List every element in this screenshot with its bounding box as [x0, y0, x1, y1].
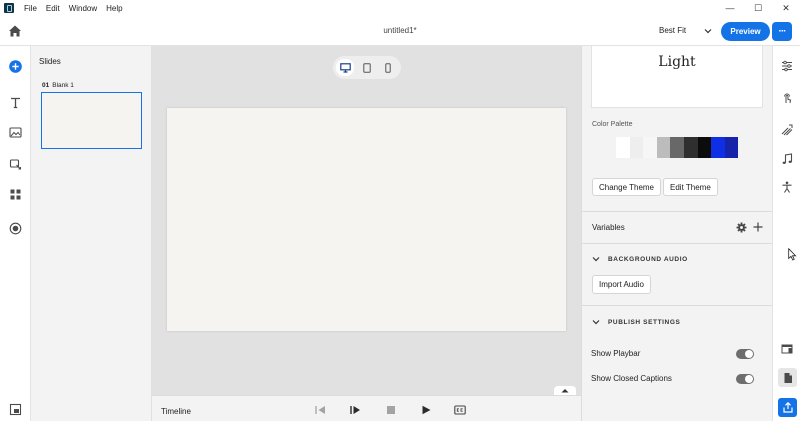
properties-panel: Light Color Palette Change Theme Edit Th…: [581, 46, 773, 421]
slide-name: Blank 1: [52, 82, 74, 89]
menu-window[interactable]: Window: [69, 4, 97, 13]
theme-name: Light: [658, 54, 696, 70]
show-playbar-label: Show Playbar: [591, 349, 641, 358]
color-swatch[interactable]: [616, 137, 630, 158]
slide-number: 01: [42, 82, 50, 89]
record-icon[interactable]: [9, 222, 22, 235]
show-closed-captions-toggle[interactable]: [736, 374, 754, 384]
color-swatch[interactable]: [643, 137, 657, 158]
color-palette[interactable]: [616, 137, 739, 158]
color-swatch[interactable]: [724, 137, 739, 158]
tablet-icon: [363, 62, 371, 73]
color-swatch[interactable]: [697, 137, 712, 158]
show-closed-captions-label: Show Closed Captions: [591, 374, 672, 383]
panel-toggle-icon[interactable]: [9, 403, 22, 416]
device-toggle: [333, 56, 401, 79]
color-swatch[interactable]: [656, 137, 671, 158]
minimize-button[interactable]: —: [716, 0, 744, 16]
app-header: untitled1* Best Fit Preview ···: [0, 16, 800, 46]
slide-thumbnail[interactable]: [41, 92, 142, 149]
right-rail: [772, 46, 800, 421]
interaction-touch-icon[interactable]: [781, 92, 793, 104]
components-icon[interactable]: [9, 188, 22, 201]
closed-captions-icon[interactable]: [454, 405, 466, 415]
chevron-down-icon[interactable]: [704, 27, 712, 35]
variables-label: Variables: [592, 223, 625, 232]
play-from-start-icon[interactable]: [349, 405, 361, 415]
timeline-bar: Timeline: [152, 395, 581, 421]
interactions-icon[interactable]: [9, 158, 22, 171]
preview-button[interactable]: Preview: [721, 22, 770, 41]
add-slide-icon[interactable]: [9, 60, 22, 73]
chevron-down-icon[interactable]: [592, 255, 600, 263]
slides-panel: Slides 01 Blank 1: [31, 46, 152, 421]
chevron-up-icon: [561, 389, 569, 393]
add-variable-icon[interactable]: [753, 222, 763, 232]
mobile-icon: [385, 62, 391, 73]
show-playbar-toggle[interactable]: [736, 349, 754, 359]
slides-panel-title: Slides: [39, 57, 61, 66]
slide-label: 01 Blank 1: [42, 82, 74, 89]
chevron-down-icon[interactable]: [592, 318, 600, 326]
timeline-expand-tab[interactable]: [554, 386, 576, 395]
document-icon: [784, 373, 792, 383]
mobile-view-button[interactable]: [379, 59, 397, 76]
gear-icon[interactable]: [736, 222, 747, 233]
menu-edit[interactable]: Edit: [46, 4, 60, 13]
text-icon[interactable]: [9, 96, 22, 109]
background-audio-heading[interactable]: BACKGROUND AUDIO: [608, 256, 688, 263]
app-logo-icon: [4, 3, 14, 13]
color-swatch[interactable]: [683, 137, 698, 158]
slide-properties-icon[interactable]: [781, 343, 793, 355]
rewind-icon[interactable]: [314, 405, 326, 415]
window-controls: — ☐ ✕: [716, 0, 800, 16]
close-button[interactable]: ✕: [772, 0, 800, 16]
mouse-cursor-icon: [788, 248, 797, 261]
desktop-icon: [339, 62, 351, 73]
menu-file[interactable]: File: [24, 4, 37, 13]
theme-preview[interactable]: Light: [591, 46, 763, 108]
color-swatch[interactable]: [670, 137, 684, 158]
color-swatch[interactable]: [629, 137, 644, 158]
divider: [582, 211, 773, 212]
desktop-view-button[interactable]: [336, 59, 354, 76]
media-icon[interactable]: [9, 126, 22, 139]
zoom-fit-select[interactable]: Best Fit: [659, 26, 686, 35]
stop-icon[interactable]: [385, 405, 397, 415]
play-icon[interactable]: [420, 405, 432, 415]
canvas-area: [152, 46, 581, 395]
menu-bar: File Edit Window Help — ☐ ✕: [0, 0, 800, 16]
left-tool-rail: [0, 46, 31, 421]
audio-note-icon[interactable]: [781, 153, 793, 165]
animation-icon[interactable]: [781, 124, 793, 136]
timeline-label: Timeline: [161, 407, 191, 416]
import-audio-button[interactable]: Import Audio: [592, 275, 651, 294]
more-options-button[interactable]: ···: [772, 22, 792, 41]
slide-canvas[interactable]: [167, 108, 566, 331]
divider: [582, 243, 773, 244]
edit-theme-button[interactable]: Edit Theme: [663, 178, 718, 196]
publish-settings-heading[interactable]: PUBLISH SETTINGS: [608, 319, 680, 326]
color-swatch[interactable]: [711, 137, 725, 158]
change-theme-button[interactable]: Change Theme: [592, 178, 661, 196]
color-palette-label: Color Palette: [592, 121, 633, 128]
divider: [582, 305, 773, 306]
properties-sliders-icon[interactable]: [781, 60, 793, 72]
maximize-button[interactable]: ☐: [744, 0, 772, 16]
accessibility-icon[interactable]: [781, 181, 793, 193]
tablet-view-button[interactable]: [358, 59, 376, 76]
share-icon: [782, 402, 793, 413]
menu-help[interactable]: Help: [106, 4, 122, 13]
share-button[interactable]: [778, 398, 797, 417]
